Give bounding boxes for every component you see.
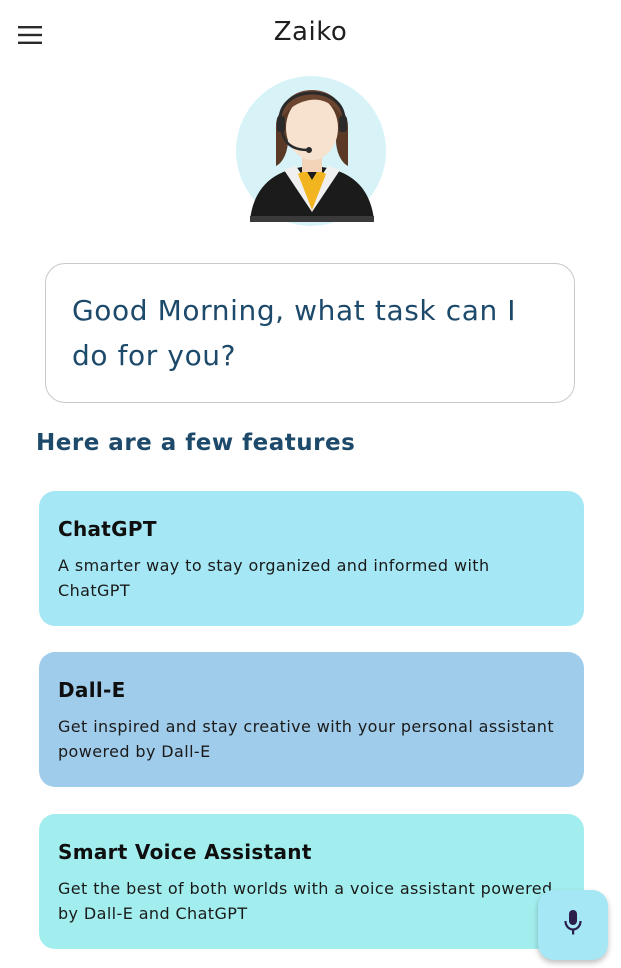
app-bar: Zaiko <box>0 0 621 70</box>
features-heading: Here are a few features <box>36 430 356 456</box>
mic-icon <box>563 909 583 941</box>
mic-button[interactable] <box>538 890 608 960</box>
feature-card-dall-e[interactable]: Dall-E Get inspired and stay creative wi… <box>39 652 584 787</box>
feature-card-smart-voice-assistant[interactable]: Smart Voice Assistant Get the best of bo… <box>39 814 584 949</box>
feature-description: A smarter way to stay organized and info… <box>58 556 490 600</box>
assistant-avatar <box>236 70 388 226</box>
assistant-avatar-icon <box>250 90 374 222</box>
feature-title: Smart Voice Assistant <box>58 840 312 864</box>
greeting-text: Good Morning, what task can I do for you… <box>72 294 517 372</box>
greeting-card: Good Morning, what task can I do for you… <box>45 263 575 403</box>
feature-title: Dall-E <box>58 678 126 702</box>
feature-title: ChatGPT <box>58 517 157 541</box>
feature-description: Get the best of both worlds with a voice… <box>58 879 553 923</box>
feature-description: Get inspired and stay creative with your… <box>58 717 555 761</box>
app-title: Zaiko <box>273 17 348 47</box>
app-screen: Zaiko Good Morning, what task can I do f… <box>0 0 621 968</box>
feature-card-chatgpt[interactable]: ChatGPT A smarter way to stay organized … <box>39 491 584 626</box>
